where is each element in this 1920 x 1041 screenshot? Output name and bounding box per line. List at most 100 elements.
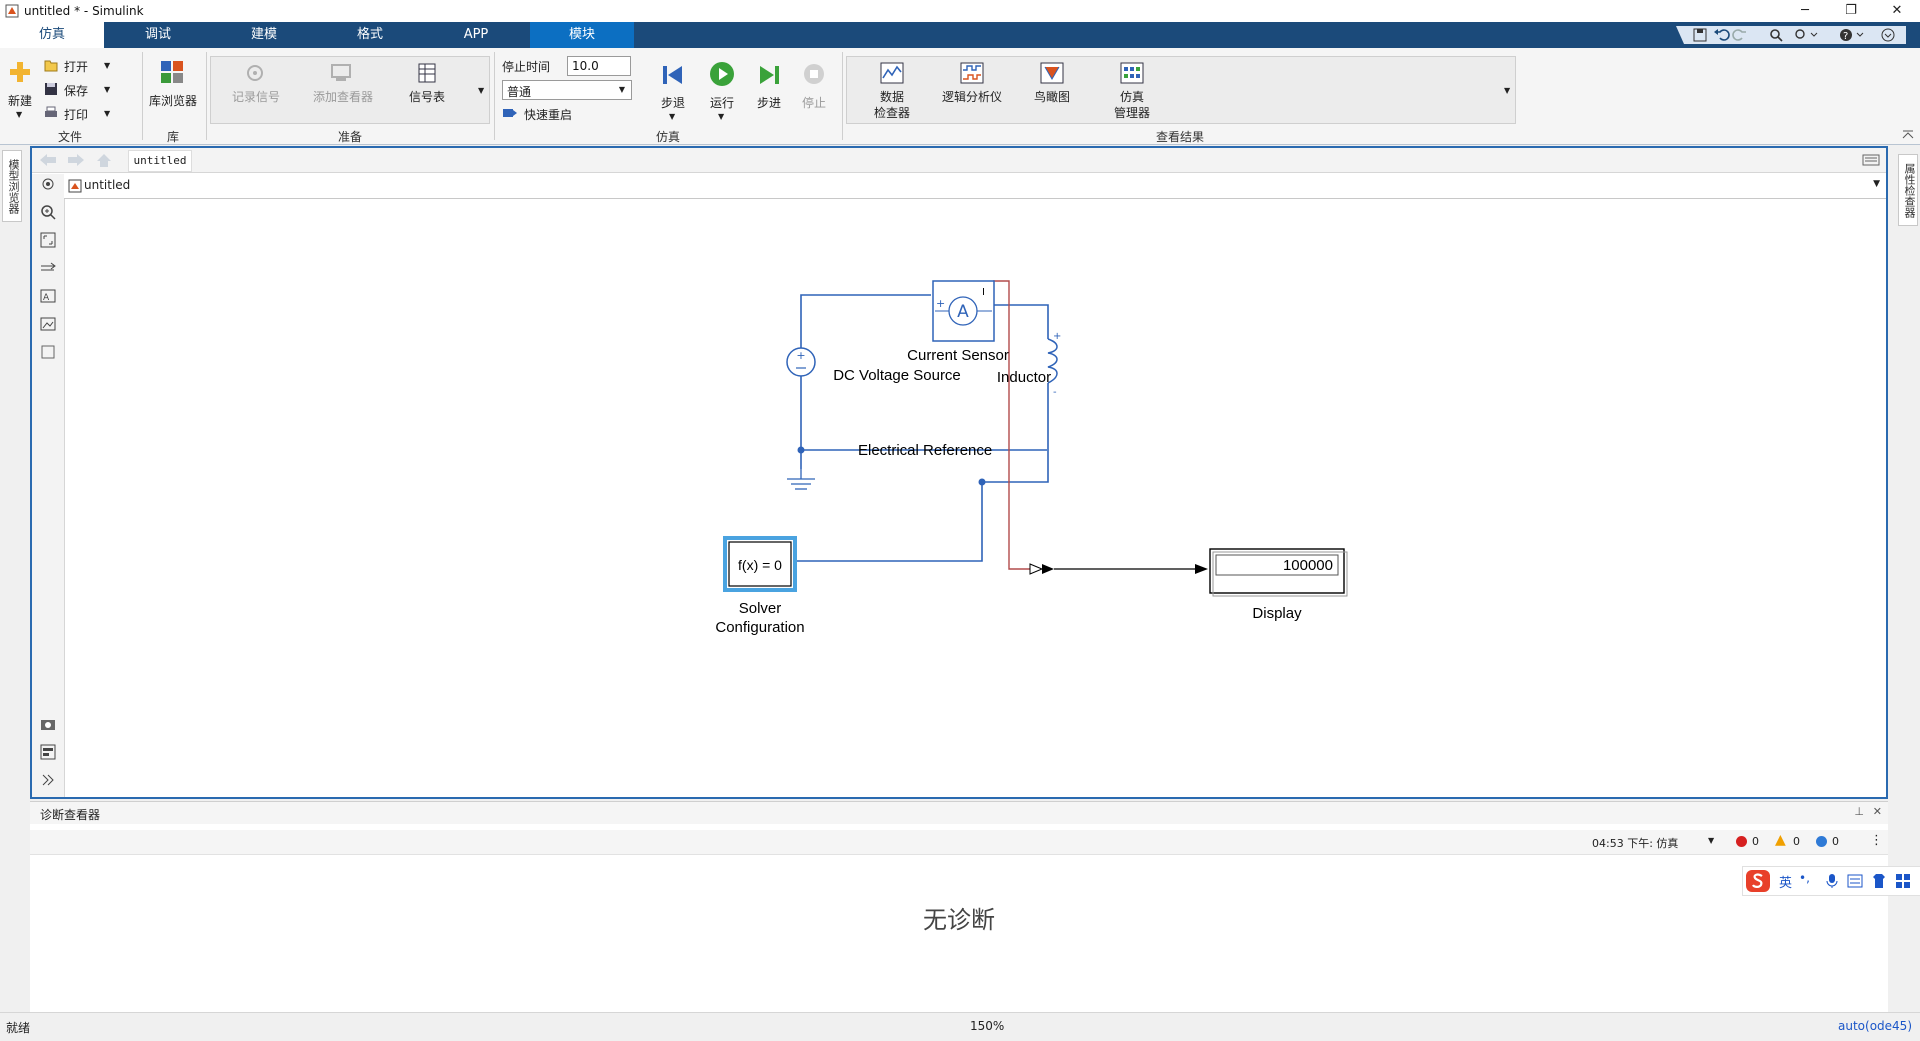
open-dropdown-icon[interactable]: ▼ — [104, 61, 110, 70]
step-forward-button[interactable]: 步进 — [752, 94, 786, 111]
tab-simulation[interactable]: 仿真 — [0, 22, 104, 48]
data-inspector-line1[interactable]: 数据 — [868, 88, 916, 105]
new-button[interactable]: 新建 — [6, 92, 34, 109]
current-sensor-label[interactable]: Current Sensor — [907, 347, 1009, 364]
fast-restart-button[interactable]: 快速重启 — [524, 106, 572, 123]
skin-icon[interactable] — [1871, 873, 1887, 889]
run-icon[interactable] — [708, 60, 736, 88]
breadcrumb-tab[interactable]: untitled — [128, 150, 192, 172]
warning-icon[interactable]: ▲ — [1775, 832, 1786, 848]
save-dropdown-icon[interactable]: ▼ — [104, 85, 110, 94]
back-arrow-icon[interactable] — [40, 154, 56, 166]
property-inspector-tab[interactable]: 属性检查器 — [1898, 154, 1918, 226]
stop-button[interactable]: 停止 — [798, 94, 830, 111]
hide-explorer-icon[interactable] — [40, 176, 56, 192]
simulation-manager-line1[interactable]: 仿真 — [1108, 88, 1156, 105]
review-gallery-expand-icon[interactable]: ▼ — [1504, 86, 1510, 95]
image-icon[interactable] — [40, 316, 56, 332]
step-back-button[interactable]: 步退 — [656, 94, 690, 111]
zoom-level[interactable]: 150% — [970, 1019, 1004, 1033]
signal-table-button[interactable]: 信号表 — [400, 88, 454, 105]
camera-icon[interactable] — [40, 716, 56, 732]
diagram-svg[interactable]: A + I Current Sensor + - Inductor + DC V… — [65, 199, 1887, 799]
dc-voltage-source-block[interactable]: + — [786, 347, 816, 377]
close-icon[interactable]: ✕ — [1873, 805, 1882, 818]
dc-voltage-source-label[interactable]: DC Voltage Source — [833, 367, 961, 384]
print-button[interactable]: 打印 — [64, 106, 88, 123]
forward-arrow-icon[interactable] — [68, 154, 84, 166]
simulation-mode-select[interactable]: 普通 ▼ — [502, 80, 632, 100]
prepare-gallery-expand-icon[interactable]: ▼ — [478, 86, 484, 95]
expand-palette-icon[interactable] — [40, 772, 56, 788]
diagram-canvas[interactable]: A + I Current Sensor + - Inductor + DC V… — [65, 199, 1886, 797]
solver-link[interactable]: auto(ode45) — [1838, 1019, 1912, 1033]
pin-icon[interactable]: ⊥ — [1854, 805, 1864, 818]
error-icon[interactable] — [1736, 836, 1747, 847]
address-bar[interactable]: untitled ▼ — [64, 174, 1886, 199]
save-button[interactable]: 保存 — [64, 82, 88, 99]
new-dropdown-icon[interactable]: ▼ — [16, 110, 22, 119]
library-browser-button[interactable]: 库浏览器 — [144, 92, 202, 109]
sogou-logo-icon[interactable] — [1745, 869, 1771, 893]
keyboard-icon[interactable] — [1862, 154, 1880, 166]
simulation-manager-line2[interactable]: 管理器 — [1104, 104, 1160, 121]
tab-debug[interactable]: 调试 — [106, 22, 210, 48]
tab-modeling[interactable]: 建模 — [212, 22, 316, 48]
microphone-icon[interactable] — [1825, 873, 1839, 889]
toolbox-icon[interactable] — [1895, 873, 1911, 889]
stop-time-input[interactable] — [567, 56, 631, 76]
ime-punctuation-toggle[interactable]: •, — [1799, 871, 1810, 885]
keyboard-icon[interactable] — [1847, 874, 1863, 888]
inductor-block[interactable]: + - — [1047, 331, 1061, 398]
run-button[interactable]: 运行 — [704, 94, 740, 111]
bird-eye-button[interactable]: 鸟瞰图 — [1026, 88, 1078, 105]
inductor-label[interactable]: Inductor — [997, 369, 1051, 386]
model-browser-tab[interactable]: 模型浏览器 — [2, 150, 22, 222]
ime-language-toggle[interactable]: 英 — [1779, 872, 1792, 891]
step-back-icon[interactable] — [660, 62, 686, 88]
model-properties-icon[interactable] — [40, 744, 56, 760]
tab-format[interactable]: 格式 — [318, 22, 422, 48]
library-browser-icon[interactable] — [160, 60, 184, 84]
fit-to-view-icon[interactable] — [40, 232, 56, 248]
step-back-dropdown-icon[interactable]: ▼ — [669, 112, 675, 121]
arrow-connect-icon[interactable] — [40, 260, 56, 276]
display-block[interactable]: 100000 — [1209, 548, 1348, 597]
more-options-icon[interactable]: ⋮ — [1870, 833, 1883, 848]
minimize-button[interactable]: ─ — [1782, 0, 1828, 22]
ps-converter-output-icon[interactable] — [1042, 564, 1054, 574]
close-button[interactable]: ✕ — [1874, 0, 1920, 22]
solver-label-line2[interactable]: Configuration — [715, 619, 804, 636]
restore-button[interactable]: ❐ — [1828, 0, 1874, 22]
open-button[interactable]: 打开 — [64, 58, 88, 75]
electrical-reference-block[interactable] — [787, 469, 815, 490]
step-forward-icon[interactable] — [756, 62, 782, 88]
data-inspector-icon — [880, 62, 904, 84]
new-model-icon[interactable] — [8, 60, 32, 84]
logic-analyzer-button[interactable]: 逻辑分析仪 — [932, 88, 1012, 105]
solver-label-line1[interactable]: Solver — [739, 600, 782, 617]
signal-wire-sensor[interactable] — [993, 280, 1030, 570]
address-dropdown-icon[interactable]: ▼ — [1873, 179, 1880, 189]
annotation-icon[interactable]: A — [40, 288, 56, 304]
solver-configuration-block[interactable]: f(x) = 0 — [723, 536, 797, 592]
electrical-reference-label[interactable]: Electrical Reference — [858, 442, 992, 459]
print-dropdown-icon[interactable]: ▼ — [104, 109, 110, 118]
run-dropdown-icon[interactable]: ▼ — [718, 112, 724, 121]
info-icon[interactable] — [1816, 836, 1827, 847]
current-sensor-block[interactable]: A + I — [932, 280, 995, 342]
display-label[interactable]: Display — [1252, 605, 1302, 622]
area-icon[interactable] — [40, 344, 56, 360]
time-filter-value[interactable]: 04:53 下午: 仿真 — [1592, 835, 1678, 851]
collapse-ribbon-icon[interactable] — [1902, 130, 1914, 140]
zoom-icon[interactable] — [40, 204, 56, 220]
log-signals-button[interactable]: 记录信号 — [226, 88, 286, 105]
tab-block[interactable]: 模块 — [530, 22, 634, 48]
time-filter-dropdown-icon[interactable]: ▼ — [1708, 836, 1714, 845]
data-inspector-line2[interactable]: 检查器 — [868, 104, 916, 121]
tab-apps[interactable]: APP — [424, 22, 528, 48]
up-arrow-icon[interactable] — [97, 154, 111, 167]
add-viewer-button[interactable]: 添加查看器 — [308, 88, 378, 105]
ps-converter-input-icon[interactable] — [1029, 563, 1044, 575]
stop-icon[interactable] — [802, 62, 826, 86]
